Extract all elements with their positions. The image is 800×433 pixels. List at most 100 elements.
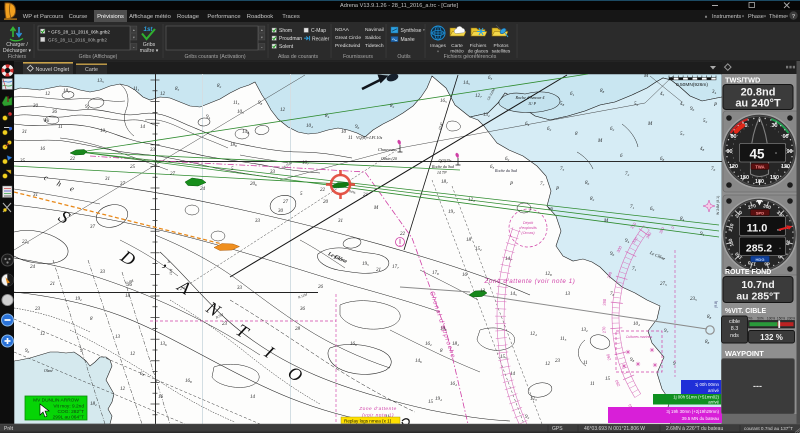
svg-text:62: 62 bbox=[547, 127, 552, 132]
svg-text:Q(3)15s: Q(3)15s bbox=[438, 158, 452, 163]
svg-text:127: 127 bbox=[475, 94, 482, 99]
svg-text:33: 33 bbox=[100, 270, 106, 275]
svg-text:103: 103 bbox=[237, 110, 244, 115]
svg-text:Proudman: Proudman bbox=[279, 36, 302, 42]
svg-text:100%: 100% bbox=[767, 317, 775, 321]
svg-text:33: 33 bbox=[255, 219, 261, 224]
svg-text:11/ P: 11/ P bbox=[528, 102, 537, 106]
svg-text:63: 63 bbox=[490, 165, 495, 170]
svg-text:148: 148 bbox=[242, 130, 249, 135]
svg-text:150: 150 bbox=[740, 175, 749, 181]
svg-text:12: 12 bbox=[40, 332, 46, 337]
svg-text:▾: ▾ bbox=[133, 35, 135, 39]
svg-text:P: P bbox=[713, 103, 717, 108]
svg-text:71: 71 bbox=[630, 205, 635, 210]
svg-text:92: 92 bbox=[525, 415, 530, 420]
svg-text:270: 270 bbox=[601, 326, 607, 334]
svg-text:64: 64 bbox=[525, 122, 530, 127]
svg-text:155: 155 bbox=[500, 355, 507, 360]
svg-text:Zone d'attente (voir note 1): Zone d'attente (voir note 1) bbox=[484, 278, 576, 285]
svg-text:18: 18 bbox=[125, 294, 131, 299]
svg-text:197: 197 bbox=[448, 210, 455, 215]
svg-text:16: 16 bbox=[158, 395, 164, 400]
svg-text:145: 145 bbox=[510, 292, 517, 297]
svg-text:M: M bbox=[643, 74, 649, 79]
svg-text:13: 13 bbox=[115, 335, 121, 340]
svg-text:Predictwind: Predictwind bbox=[335, 43, 361, 49]
svg-text:177: 177 bbox=[392, 265, 399, 270]
svg-text:1j 00h 00mn: 1j 00h 00mn bbox=[695, 382, 720, 387]
svg-text:102: 102 bbox=[100, 129, 107, 134]
svg-text:12: 12 bbox=[45, 92, 51, 97]
svg-text:27: 27 bbox=[283, 200, 289, 205]
svg-text:au 285°T: au 285°T bbox=[736, 291, 780, 303]
svg-text:cible: cible bbox=[729, 319, 740, 325]
svg-text:Carte: Carte bbox=[451, 43, 463, 49]
svg-text:88: 88 bbox=[600, 89, 605, 94]
svg-text:GPS: GPS bbox=[552, 426, 563, 432]
svg-text:178: 178 bbox=[432, 271, 439, 276]
svg-text:23: 23 bbox=[35, 307, 41, 312]
svg-text:Outils: Outils bbox=[397, 54, 411, 60]
svg-text:182: 182 bbox=[90, 402, 97, 407]
svg-text:104: 104 bbox=[633, 322, 640, 327]
svg-text:28: 28 bbox=[295, 327, 301, 332]
svg-text:166: 166 bbox=[350, 342, 357, 347]
svg-text:Carte: Carte bbox=[85, 67, 98, 73]
svg-text:120: 120 bbox=[729, 164, 738, 170]
svg-text:M: M bbox=[603, 219, 609, 224]
svg-text:Décharger ▾: Décharger ▾ bbox=[3, 48, 32, 54]
svg-text:courant 0.7nd au 137°T: courant 0.7nd au 137°T bbox=[744, 426, 793, 431]
svg-text:195: 195 bbox=[362, 262, 369, 267]
svg-text:Roadbook: Roadbook bbox=[247, 14, 274, 20]
svg-text:Cultures marines: Cultures marines bbox=[626, 335, 653, 339]
svg-text:85: 85 bbox=[175, 87, 180, 92]
svg-text:275: 275 bbox=[660, 282, 667, 287]
svg-text:météo: météo bbox=[450, 49, 464, 55]
svg-text:18: 18 bbox=[466, 238, 472, 243]
svg-text:69: 69 bbox=[650, 207, 655, 212]
svg-text:75: 75 bbox=[560, 167, 565, 172]
svg-text:97: 97 bbox=[664, 329, 669, 334]
svg-text:16: 16 bbox=[462, 273, 468, 278]
svg-text:124: 124 bbox=[468, 198, 475, 203]
svg-text:Atlas de courants: Atlas de courants bbox=[278, 54, 318, 60]
svg-text:12: 12 bbox=[280, 108, 286, 113]
svg-text:150%: 150% bbox=[777, 317, 785, 321]
svg-text:35: 35 bbox=[20, 159, 26, 164]
svg-text:123: 123 bbox=[530, 397, 537, 402]
svg-text:Photos: Photos bbox=[494, 43, 510, 49]
svg-text:Thème: Thème bbox=[769, 14, 786, 20]
svg-text:33: 33 bbox=[150, 148, 156, 153]
svg-text:20: 20 bbox=[323, 200, 329, 205]
svg-text:(9.8): (9.8) bbox=[714, 301, 718, 308]
svg-text:10.7nd: 10.7nd bbox=[741, 279, 774, 291]
svg-text:168: 168 bbox=[185, 379, 192, 384]
svg-text:82: 82 bbox=[590, 197, 595, 202]
svg-text:82: 82 bbox=[390, 104, 395, 109]
svg-text:60: 60 bbox=[731, 134, 737, 140]
svg-text:Images: Images bbox=[430, 43, 446, 49]
svg-text:24: 24 bbox=[30, 265, 36, 270]
svg-text:Great Circle: Great Circle bbox=[335, 35, 361, 41]
svg-text:24: 24 bbox=[200, 187, 206, 192]
svg-text:33: 33 bbox=[237, 286, 243, 291]
svg-text:34: 34 bbox=[712, 90, 717, 95]
svg-text:▾: ▾ bbox=[742, 14, 744, 18]
svg-text:14: 14 bbox=[250, 395, 256, 400]
svg-text:Wk: Wk bbox=[548, 206, 553, 211]
svg-text:2.6MN à 226°T du bateau: 2.6MN à 226°T du bateau bbox=[666, 426, 723, 432]
svg-text:Replay logs nmea (x 1): Replay logs nmea (x 1) bbox=[344, 418, 392, 423]
svg-text:184: 184 bbox=[452, 342, 459, 347]
svg-text:Zone d'attente: Zone d'attente bbox=[358, 406, 397, 412]
svg-text:WP et Parcours: WP et Parcours bbox=[23, 14, 64, 20]
svg-text:23: 23 bbox=[222, 322, 228, 327]
svg-text:164: 164 bbox=[450, 382, 457, 387]
svg-text:62: 62 bbox=[610, 127, 615, 132]
svg-text:satellites: satellites bbox=[492, 49, 511, 55]
svg-text:94: 94 bbox=[625, 239, 630, 244]
svg-text:235: 235 bbox=[690, 297, 697, 302]
svg-text:50%: 50% bbox=[757, 317, 764, 321]
svg-text:84: 84 bbox=[325, 114, 330, 119]
svg-text:150: 150 bbox=[770, 175, 779, 181]
